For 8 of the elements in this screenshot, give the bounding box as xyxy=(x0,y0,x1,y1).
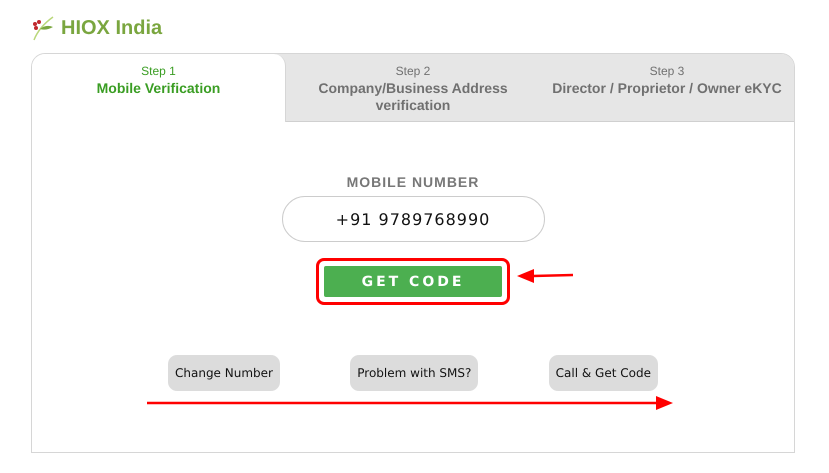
secondary-button[interactable]: Problem with SMS? xyxy=(350,355,478,391)
logo-icon xyxy=(31,15,55,41)
field-label: MOBILE NUMBER xyxy=(346,174,480,190)
pointer-arrow xyxy=(517,268,574,284)
secondary-button[interactable]: Call & Get Code xyxy=(548,355,658,391)
mobile-number-field[interactable]: +91 9789768990 xyxy=(282,196,544,242)
brand-name: HIOX India xyxy=(61,16,162,40)
secondary-button[interactable]: Change Number xyxy=(168,355,280,391)
